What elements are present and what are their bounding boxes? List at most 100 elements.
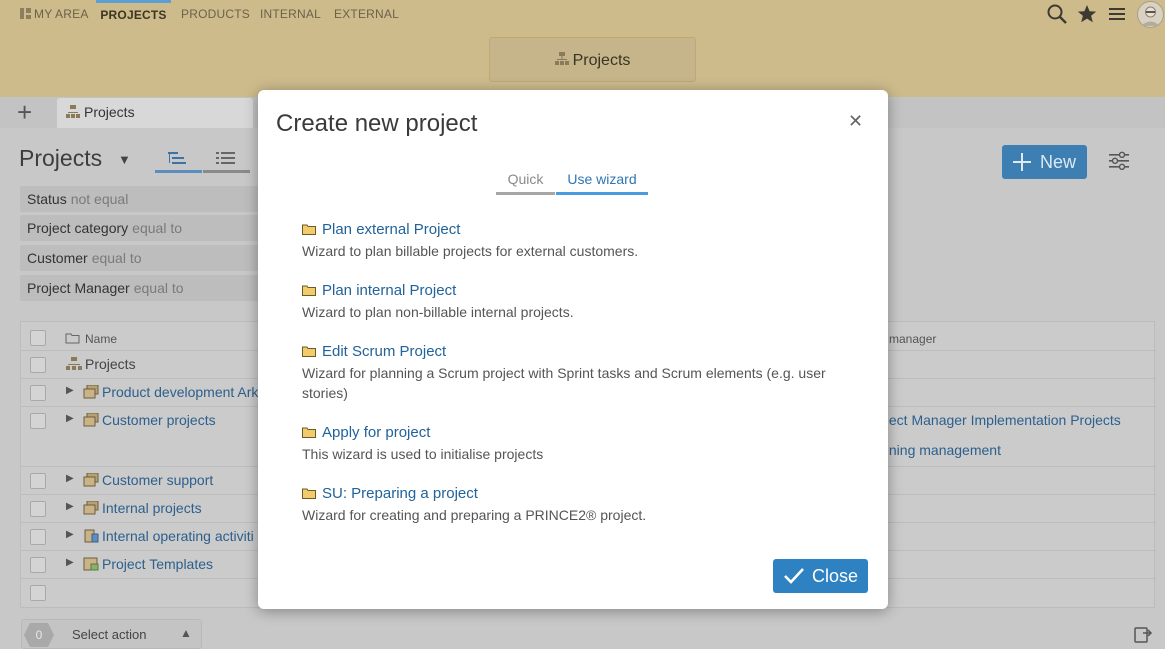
nav-internal[interactable]: INTERNAL	[260, 0, 321, 29]
column-name[interactable]: Name	[85, 332, 117, 346]
expand-arrow-icon[interactable]: ▶	[66, 557, 74, 568]
list-view-button[interactable]	[203, 146, 250, 173]
wizard-title[interactable]: Plan external Project	[302, 221, 842, 239]
project-manager-link[interactable]: oject Manager Implementation Projects	[878, 412, 1121, 428]
filter-status[interactable]: Status not equal	[20, 186, 260, 212]
wizard-item[interactable]: Apply for project This wizard is used to…	[302, 424, 842, 464]
wizard-item[interactable]: Edit Scrum Project Wizard for planning a…	[302, 343, 842, 403]
folder-open-icon	[65, 333, 80, 344]
tab-use-wizard[interactable]: Use wizard	[556, 171, 648, 195]
chevron-down-icon[interactable]: ▼	[118, 152, 131, 167]
wizard-title-label: Plan internal Project	[322, 282, 457, 299]
row-link[interactable]: Product development Ark	[102, 384, 258, 400]
filter-operator: equal to	[132, 220, 182, 236]
hierarchy-icon	[66, 105, 80, 118]
dialog-title: Create new project	[276, 110, 478, 137]
add-tab-button[interactable]: +	[17, 99, 32, 125]
row-link[interactable]: Internal projects	[102, 500, 202, 516]
expand-arrow-icon[interactable]: ▶	[66, 473, 74, 484]
wizard-title[interactable]: Plan internal Project	[302, 282, 842, 300]
row-checkbox[interactable]	[30, 357, 46, 373]
filter-field: Project Manager	[27, 280, 130, 296]
close-button[interactable]: Close	[773, 559, 868, 593]
row-link[interactable]: Customer support	[102, 472, 213, 488]
project-manager-link[interactable]: aining management	[878, 442, 1001, 458]
expand-arrow-icon[interactable]: ▶	[66, 529, 74, 540]
row-checkbox[interactable]	[30, 385, 46, 401]
projects-module-button[interactable]: Projects	[489, 37, 696, 82]
template-icon	[83, 557, 99, 571]
row-label: Projects	[85, 356, 136, 372]
filter-project-manager[interactable]: Project Manager equal to	[20, 275, 260, 301]
new-button-label: New	[1040, 152, 1077, 172]
folder-icon	[302, 346, 316, 357]
wizard-title-label: SU: Preparing a project	[322, 485, 478, 502]
row-checkbox[interactable]	[30, 413, 46, 429]
sliders-icon[interactable]	[1108, 150, 1130, 172]
menu-icon[interactable]	[1106, 3, 1128, 25]
filter-field: Project category	[27, 220, 129, 236]
expand-arrow-icon[interactable]: ▶	[66, 413, 74, 424]
folder-icon	[302, 224, 316, 235]
wizard-title[interactable]: Apply for project	[302, 424, 842, 442]
close-button-label: Close	[812, 566, 859, 586]
dashboard-icon	[20, 8, 31, 19]
row-checkbox[interactable]	[30, 473, 46, 489]
hierarchy-icon	[66, 357, 82, 370]
filter-project-category[interactable]: Project category equal to	[20, 215, 260, 241]
nav-products[interactable]: PRODUCTS	[181, 0, 250, 29]
search-icon[interactable]	[1046, 3, 1068, 25]
avatar[interactable]	[1137, 1, 1164, 28]
wizard-description: This wizard is used to initialise projec…	[302, 446, 544, 462]
star-icon[interactable]	[1076, 3, 1098, 25]
tab-quick[interactable]: Quick	[496, 171, 555, 195]
select-all-checkbox[interactable]	[30, 330, 46, 346]
selection-count-badge: 0	[24, 623, 54, 647]
row-link[interactable]: Project Templates	[102, 556, 213, 572]
nav-my-area-label: MY AREA	[34, 7, 89, 21]
select-action-dropdown[interactable]: 0 Select action ▲	[21, 619, 202, 649]
wizard-description: Wizard to plan billable projects for ext…	[302, 243, 639, 259]
new-button[interactable]: New	[1002, 145, 1087, 179]
export-icon[interactable]	[1133, 624, 1153, 644]
wizard-title-label: Plan external Project	[322, 221, 461, 238]
expand-arrow-icon[interactable]: ▶	[66, 385, 74, 396]
projects-module-label: Projects	[572, 52, 631, 69]
filter-field: Status	[27, 191, 67, 207]
close-icon[interactable]: ✕	[848, 112, 863, 130]
wizard-title[interactable]: Edit Scrum Project	[302, 343, 842, 361]
wizard-item[interactable]: Plan external Project Wizard to plan bil…	[302, 221, 842, 261]
list-view-icon	[216, 152, 235, 164]
expand-arrow-icon[interactable]: ▶	[66, 501, 74, 512]
hierarchy-icon	[554, 52, 569, 65]
select-action-label: Select action	[72, 627, 147, 642]
row-checkbox[interactable]	[30, 501, 46, 517]
building-icon	[84, 529, 99, 543]
wizard-description: Wizard to plan non-billable internal pro…	[302, 304, 574, 320]
row-link[interactable]: Customer projects	[102, 412, 216, 428]
tree-view-button[interactable]	[155, 146, 202, 173]
wizard-title[interactable]: SU: Preparing a project	[302, 485, 842, 503]
folder-icon	[302, 285, 316, 296]
nav-external[interactable]: EXTERNAL	[334, 0, 399, 29]
checkmark-icon	[784, 568, 804, 584]
row-checkbox[interactable]	[30, 529, 46, 545]
nav-my-area[interactable]: MY AREA	[20, 0, 89, 29]
chevron-up-icon: ▲	[180, 626, 192, 640]
wizard-description: Wizard for creating and preparing a PRIN…	[302, 507, 647, 523]
project-stack-icon	[83, 473, 99, 487]
filter-operator: equal to	[91, 250, 142, 266]
project-stack-icon	[83, 385, 99, 399]
tab-projects[interactable]: Projects	[57, 98, 253, 128]
row-link[interactable]: Internal operating activiti	[102, 528, 254, 544]
top-navigation: MY AREA PROJECTS PRODUCTS INTERNAL EXTER…	[0, 0, 1165, 29]
wizard-item[interactable]: Plan internal Project Wizard to plan non…	[302, 282, 842, 322]
filter-customer[interactable]: Customer equal to	[20, 245, 260, 271]
row-checkbox[interactable]	[30, 585, 46, 601]
column-manager[interactable]: manager	[889, 332, 936, 346]
wizard-item[interactable]: SU: Preparing a project Wizard for creat…	[302, 485, 842, 525]
row-checkbox[interactable]	[30, 557, 46, 573]
filter-operator: not equal	[70, 191, 129, 207]
tree-view-icon	[168, 152, 186, 164]
nav-projects[interactable]: PROJECTS	[96, 0, 171, 29]
